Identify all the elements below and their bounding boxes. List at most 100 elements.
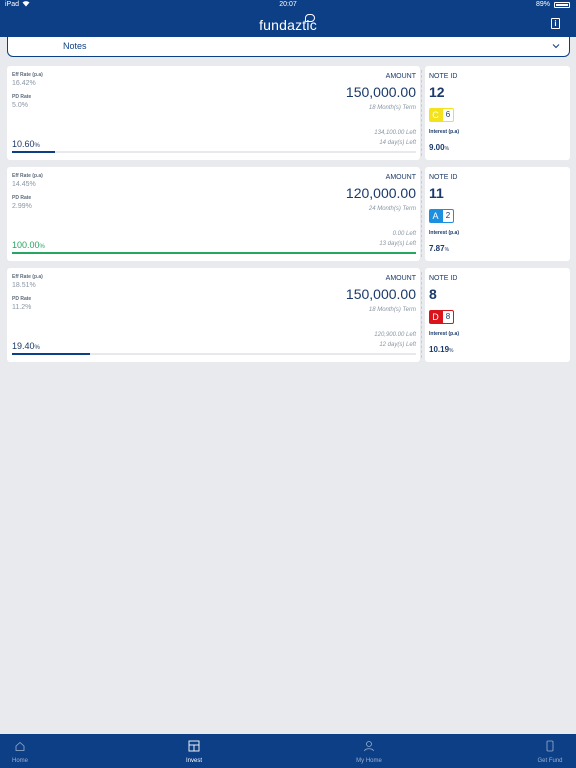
days-left: 12 day(s) Left bbox=[379, 342, 416, 348]
note-details-panel: Eff Rate (p.a) 14.45% PD Rate 2.99% AMOU… bbox=[7, 167, 420, 261]
pd-rate-label: PD Rate bbox=[12, 296, 32, 302]
tab-label: Invest bbox=[185, 758, 202, 764]
amount-left: 134,100.00 Left bbox=[374, 130, 416, 136]
eff-rate-value: 18.51% bbox=[12, 282, 36, 289]
interest-label: Interest (p.a) bbox=[429, 331, 460, 337]
pd-rate-label: PD Rate bbox=[12, 195, 32, 201]
interest-label: Interest (p.a) bbox=[429, 230, 460, 236]
invest-icon bbox=[188, 740, 200, 752]
tab-label: Get Fund bbox=[537, 758, 563, 764]
status-bar: iPad 20:07 89% bbox=[0, 0, 576, 10]
eff-rate-value: 16.42% bbox=[12, 80, 36, 87]
dropdown-selected-value: Notes bbox=[63, 41, 87, 51]
funded-percent: 10.60% bbox=[12, 139, 40, 149]
note-id-value: 12 bbox=[429, 84, 445, 100]
chevron-down-icon bbox=[552, 44, 560, 49]
percent-sign: % bbox=[444, 146, 450, 152]
note-id-label: NOTE ID bbox=[429, 73, 458, 80]
amount-left: 0.00 Left bbox=[392, 231, 416, 237]
note-id-panel: NOTE ID 11 A 2 Interest (p.a) 7.87% bbox=[425, 167, 570, 261]
tab-my-home[interactable]: My Home bbox=[344, 734, 394, 768]
percent-sign: % bbox=[444, 247, 450, 253]
note-card-11[interactable]: Eff Rate (p.a) 14.45% PD Rate 2.99% AMOU… bbox=[7, 167, 570, 261]
logo-bubble-icon bbox=[305, 14, 315, 22]
funding-progress-fill bbox=[12, 353, 91, 355]
note-id-panel: NOTE ID 8 D 8 Interest (p.a) 10.19% bbox=[425, 268, 570, 362]
tab-get-fund[interactable]: Get Fund bbox=[530, 734, 570, 768]
note-id-label: NOTE ID bbox=[429, 275, 458, 282]
interest-value: 7.87 bbox=[429, 244, 445, 253]
note-id-value: 8 bbox=[429, 286, 437, 302]
note-id-panel: NOTE ID 12 C 6 Interest (p.a) 9.00% bbox=[425, 66, 570, 160]
note-card-12[interactable]: Eff Rate (p.a) 16.42% PD Rate 5.0% AMOUN… bbox=[7, 66, 570, 160]
percent-sign: % bbox=[34, 345, 40, 351]
funding-progress-bar bbox=[12, 353, 416, 355]
percent-sign: % bbox=[39, 244, 45, 250]
term-value: 18 Month(s) Term bbox=[368, 307, 416, 313]
note-card-8[interactable]: Eff Rate (p.a) 18.51% PD Rate 11.2% AMOU… bbox=[7, 268, 570, 362]
days-left: 13 day(s) Left bbox=[379, 241, 416, 247]
eff-rate-label: Eff Rate (p.a) bbox=[12, 173, 43, 179]
funding-progress-fill bbox=[12, 252, 416, 254]
info-button[interactable]: i bbox=[551, 18, 560, 29]
funded-value: 19.40 bbox=[12, 341, 35, 351]
tab-bar: Home Invest My Home Get Fund bbox=[0, 734, 576, 768]
battery-percent: 89% bbox=[535, 1, 550, 8]
note-id-label: NOTE ID bbox=[429, 174, 458, 181]
funding-progress-bar bbox=[12, 252, 416, 254]
eff-rate-value: 14.45% bbox=[12, 181, 36, 188]
interest-value: 10.19 bbox=[429, 345, 450, 354]
card-divider bbox=[421, 171, 424, 257]
notes-filter-dropdown[interactable]: Notes bbox=[7, 37, 570, 57]
tab-home[interactable]: Home bbox=[0, 734, 40, 768]
pd-rate-label: PD Rate bbox=[12, 94, 32, 100]
pd-rate-value: 11.2% bbox=[12, 304, 32, 311]
tab-invest[interactable]: Invest bbox=[174, 734, 214, 768]
status-time: 20:07 bbox=[279, 1, 297, 8]
amount-value: 150,000.00 bbox=[345, 84, 416, 100]
grade-number: 6 bbox=[442, 108, 454, 122]
funding-progress-bar bbox=[12, 151, 416, 153]
grade-letter: C bbox=[429, 108, 442, 122]
battery-icon bbox=[554, 2, 570, 8]
note-details-panel: Eff Rate (p.a) 16.42% PD Rate 5.0% AMOUN… bbox=[7, 66, 420, 160]
amount-value: 120,000.00 bbox=[345, 185, 416, 201]
amount-value: 150,000.00 bbox=[345, 286, 416, 302]
interest-label: Interest (p.a) bbox=[429, 129, 460, 135]
interest-value: 9.00 bbox=[429, 143, 445, 152]
grade-badge: A 2 bbox=[429, 209, 454, 223]
tab-label: Home bbox=[11, 758, 28, 764]
days-left: 14 day(s) Left bbox=[379, 140, 416, 146]
amount-label: AMOUNT bbox=[385, 174, 416, 181]
funded-value: 100.00 bbox=[12, 240, 40, 250]
nav-bar: fundaztic i bbox=[0, 10, 576, 37]
grade-letter: D bbox=[429, 310, 442, 324]
funded-value: 10.60 bbox=[12, 139, 35, 149]
grade-number: 8 bbox=[442, 310, 454, 324]
interest-percent: 7.87% bbox=[429, 244, 449, 253]
person-icon bbox=[364, 741, 374, 752]
note-id-value: 11 bbox=[429, 185, 444, 201]
percent-sign: % bbox=[34, 143, 40, 149]
card-divider bbox=[421, 272, 424, 358]
tab-label: My Home bbox=[356, 758, 382, 764]
grade-badge: D 8 bbox=[429, 310, 454, 324]
funded-percent: 19.40% bbox=[12, 341, 40, 351]
grade-number: 2 bbox=[442, 209, 454, 223]
interest-percent: 10.19% bbox=[429, 345, 453, 354]
grade-badge: C 6 bbox=[429, 108, 454, 122]
term-value: 24 Month(s) Term bbox=[368, 206, 416, 212]
app-logo: fundaztic bbox=[259, 17, 317, 33]
eff-rate-label: Eff Rate (p.a) bbox=[12, 274, 43, 280]
card-divider bbox=[421, 70, 424, 156]
grade-letter: A bbox=[429, 209, 442, 223]
amount-label: AMOUNT bbox=[385, 73, 416, 80]
term-value: 18 Month(s) Term bbox=[368, 105, 416, 111]
funded-percent: 100.00% bbox=[12, 240, 45, 250]
interest-percent: 9.00% bbox=[429, 143, 449, 152]
home-icon bbox=[15, 741, 25, 751]
percent-sign: % bbox=[449, 348, 454, 354]
pd-rate-value: 2.99% bbox=[12, 203, 32, 210]
funding-progress-fill bbox=[12, 151, 55, 153]
amount-left: 120,900.00 Left bbox=[374, 332, 416, 338]
